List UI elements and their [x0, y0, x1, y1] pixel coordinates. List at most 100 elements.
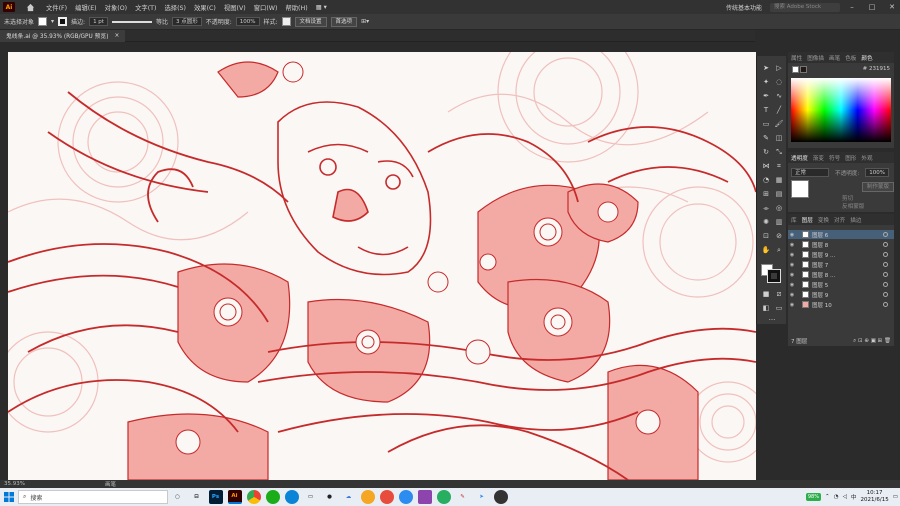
visibility-eye-icon[interactable]: ◉ — [788, 282, 796, 288]
pen-tool-icon[interactable]: ✒ — [760, 90, 772, 102]
tab-properties[interactable]: 属性 — [791, 54, 802, 62]
layer-target-icon[interactable] — [883, 282, 888, 287]
clip-checkbox[interactable]: 剪切 — [842, 194, 853, 202]
mesh-tool-icon[interactable]: ⊞ — [760, 188, 772, 200]
opacity-input[interactable]: 100% — [235, 17, 260, 26]
layers-footer-icons[interactable]: ⌕ ⊡ ⊕ ▣ ⊞ 🗑 — [853, 338, 891, 345]
tab-transform[interactable]: 变换 — [818, 216, 829, 224]
close-window-icon[interactable]: ✕ — [884, 3, 900, 11]
draw-mode-icon[interactable]: ◧ — [760, 302, 772, 314]
qq-app-icon[interactable]: ● — [323, 490, 337, 504]
tab-color[interactable]: 颜色 — [861, 54, 872, 62]
tab-libraries[interactable]: 库 — [791, 216, 797, 224]
visibility-eye-icon[interactable]: ◉ — [788, 292, 796, 298]
rectangle-tool-icon[interactable]: ▭ — [760, 118, 772, 130]
layer-row[interactable]: ◉ 图层 6 — [788, 230, 894, 239]
brush-select[interactable]: 3 点圆形 — [171, 17, 202, 26]
arrange-documents-icon[interactable]: ▦ ▾ — [312, 4, 331, 11]
hand-tool-icon[interactable]: ✋ — [760, 244, 772, 256]
free-transform-tool-icon[interactable]: ⌗ — [773, 160, 785, 172]
app-icon-dark[interactable] — [493, 490, 508, 504]
layer-row[interactable]: ◉ 图层 9 ... — [788, 250, 894, 259]
menu-effect[interactable]: 效果(C) — [190, 3, 220, 12]
stroke-color-swatch[interactable] — [767, 269, 781, 283]
layer-name[interactable]: 图层 8 — [812, 241, 883, 249]
maximize-icon[interactable]: □ — [864, 3, 880, 11]
screen-mode-icon[interactable]: ▭ — [773, 302, 785, 314]
tab-brushes[interactable]: 画笔 — [829, 54, 840, 62]
stroke-width-select[interactable]: 1 pt — [89, 17, 108, 26]
app-icon-red[interactable] — [379, 490, 394, 504]
eyedropper-tool-icon[interactable]: ⌯ — [760, 202, 772, 214]
preferences-button[interactable]: 首选项 — [330, 16, 358, 27]
layer-row[interactable]: ◉ 图层 5 — [788, 280, 894, 289]
perspective-grid-tool-icon[interactable]: ▦ — [773, 174, 785, 186]
input-method-icon[interactable]: 中 — [851, 493, 857, 501]
menu-view[interactable]: 视图(V) — [220, 3, 250, 12]
menu-help[interactable]: 帮助(H) — [281, 3, 311, 12]
menu-object[interactable]: 对象(O) — [101, 3, 131, 12]
notification-icon[interactable]: ▭ — [893, 494, 898, 500]
layer-name[interactable]: 图层 9 — [812, 291, 883, 299]
tab-image-trace[interactable]: 图像描 — [807, 54, 824, 62]
layer-target-icon[interactable] — [883, 292, 888, 297]
chrome-app-icon[interactable] — [246, 490, 261, 504]
app-icon-brush[interactable]: ✎ — [456, 490, 470, 504]
chevron-up-icon[interactable]: ⌃ — [825, 494, 830, 500]
paintbrush-tool-icon[interactable]: 🖌 — [773, 118, 785, 130]
layer-target-icon[interactable] — [883, 242, 888, 247]
transparency-opacity-input[interactable]: 100% — [865, 168, 889, 177]
invert-mask-checkbox[interactable]: 反相蒙版 — [842, 202, 864, 210]
tab-transparency[interactable]: 透明度 — [791, 154, 808, 162]
tab-gradient[interactable]: 渐变 — [813, 154, 824, 162]
app-icon-green[interactable] — [436, 490, 451, 504]
visibility-eye-icon[interactable]: ◉ — [788, 242, 796, 248]
fill-dropdown-icon[interactable]: ▾ — [51, 18, 54, 25]
edge-app-icon[interactable] — [284, 490, 299, 504]
layer-name[interactable]: 图层 7 — [812, 261, 883, 269]
windows-start-icon[interactable] — [0, 488, 18, 506]
network-icon[interactable]: ◔ — [834, 494, 839, 500]
artboard-tool-icon[interactable]: ⊡ — [760, 230, 772, 242]
symbol-sprayer-tool-icon[interactable]: ✺ — [760, 216, 772, 228]
clock[interactable]: 10:17 2021/6/15 — [861, 490, 889, 504]
color-mode-icon[interactable]: ■ — [760, 288, 772, 300]
layer-row[interactable]: ◉ 图层 10 — [788, 300, 894, 309]
rotate-tool-icon[interactable]: ↻ — [760, 146, 772, 158]
stock-search-input[interactable]: 搜索 Adobe Stock — [770, 2, 840, 12]
shape-builder-tool-icon[interactable]: ◔ — [760, 174, 772, 186]
opacity-mask-thumbnail[interactable] — [791, 180, 809, 198]
eraser-tool-icon[interactable]: ◫ — [773, 132, 785, 144]
layer-row[interactable]: ◉ 图层 7 — [788, 260, 894, 269]
menu-edit[interactable]: 编辑(E) — [71, 3, 101, 12]
workspace-switcher[interactable]: 传统基本功能 — [726, 3, 762, 12]
fill-swatch[interactable] — [38, 17, 48, 26]
tab-stroke[interactable]: 描边 — [850, 216, 861, 224]
width-tool-icon[interactable]: ⋈ — [760, 160, 772, 172]
taskbar-search-input[interactable]: ⌕ 搜索 — [18, 490, 168, 504]
graph-tool-icon[interactable]: ▥ — [773, 216, 785, 228]
direct-selection-tool-icon[interactable]: ▷ — [773, 62, 785, 74]
stroke-swatch[interactable] — [58, 17, 68, 26]
variable-width-preview[interactable] — [111, 20, 152, 23]
visibility-eye-icon[interactable]: ◉ — [788, 302, 796, 308]
zoom-tool-icon[interactable]: ⌕ — [773, 244, 785, 256]
edit-toolbar-icon[interactable]: ··· — [766, 314, 778, 326]
selection-tool-icon[interactable]: ➤ — [760, 62, 772, 74]
tab-layers[interactable]: 图层 — [802, 216, 813, 224]
task-switch-icon[interactable]: ⊟ — [190, 490, 204, 504]
layer-target-icon[interactable] — [883, 232, 888, 237]
layer-row[interactable]: ◉ 图层 8 ... — [788, 270, 894, 279]
menu-type[interactable]: 文字(T) — [131, 3, 160, 12]
menu-select[interactable]: 选择(S) — [160, 3, 190, 12]
home-icon[interactable] — [24, 1, 36, 13]
layer-name[interactable]: 图层 9 ... — [812, 251, 883, 259]
tab-symbols[interactable]: 符号 — [829, 154, 840, 162]
layer-name[interactable]: 图层 5 — [812, 281, 883, 289]
hex-color-text[interactable]: 231915 — [869, 66, 890, 72]
graphic-style-swatch[interactable] — [281, 17, 291, 26]
layer-target-icon[interactable] — [883, 262, 888, 267]
layer-name[interactable]: 图层 10 — [812, 301, 883, 309]
layer-target-icon[interactable] — [883, 272, 888, 277]
color-stroke-indicator[interactable] — [800, 66, 807, 73]
